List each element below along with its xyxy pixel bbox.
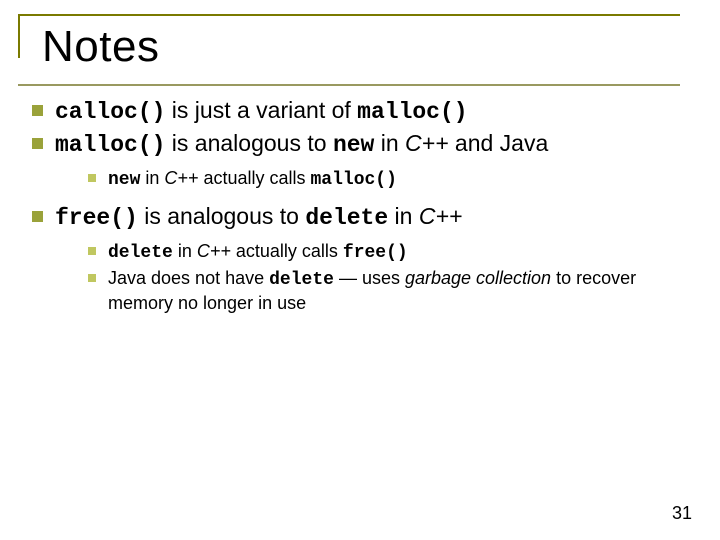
- code-span: delete: [108, 243, 173, 263]
- code-span: calloc(): [55, 99, 165, 125]
- code-span: delete: [305, 205, 388, 231]
- bullet-malloc-new: malloc() is analogous to new in C++ and …: [32, 129, 690, 160]
- italic-span: C++: [164, 168, 198, 188]
- bullet-text: malloc() is analogous to new in C++ and …: [55, 129, 690, 160]
- text-span: in: [388, 203, 419, 229]
- slide-body: calloc() is just a variant of malloc() m…: [32, 96, 690, 326]
- text-span: actually calls: [198, 168, 310, 188]
- sub-bullet-delete-calls-free: delete in C++ actually calls free(): [88, 240, 690, 265]
- text-span: and Java: [449, 130, 549, 156]
- text-span: — uses: [334, 268, 405, 288]
- sub-bullet-text: Java does not have delete — uses garbage…: [108, 267, 690, 316]
- text-span: is analogous to: [138, 203, 306, 229]
- code-span: free(): [343, 243, 408, 263]
- text-span: in: [374, 130, 405, 156]
- text-span: is analogous to: [165, 130, 333, 156]
- text-span: is just a variant of: [165, 97, 357, 123]
- sub-bullet-icon: [88, 274, 96, 282]
- italic-span: C++: [197, 241, 231, 261]
- rule-under-title: [18, 84, 680, 86]
- code-span: new: [333, 132, 374, 158]
- bullet-icon: [32, 211, 43, 222]
- bullet-text: calloc() is just a variant of malloc(): [55, 96, 690, 127]
- sub-bullet-text: new in C++ actually calls malloc(): [108, 167, 690, 192]
- text-span: in: [140, 168, 164, 188]
- sub-bullet-new-calls-malloc: new in C++ actually calls malloc(): [88, 167, 690, 192]
- sub-bullet-java-gc: Java does not have delete — uses garbage…: [88, 267, 690, 316]
- slide-title: Notes: [42, 22, 159, 72]
- italic-span: C++: [419, 203, 462, 229]
- page-number: 31: [672, 503, 692, 524]
- sub-bullet-icon: [88, 247, 96, 255]
- rule-top: [18, 14, 680, 16]
- code-span: malloc(): [55, 132, 165, 158]
- code-span: new: [108, 170, 140, 190]
- sub-bullet-icon: [88, 174, 96, 182]
- code-span: malloc(): [311, 170, 397, 190]
- text-span: in: [173, 241, 197, 261]
- italic-span: C++: [405, 130, 448, 156]
- sub-list: new in C++ actually calls malloc(): [88, 167, 690, 192]
- bullet-text: free() is analogous to delete in C++: [55, 202, 690, 233]
- bullet-icon: [32, 105, 43, 116]
- text-span: actually calls: [231, 241, 343, 261]
- slide: Notes calloc() is just a variant of mall…: [0, 0, 720, 540]
- bullet-free-delete: free() is analogous to delete in C++: [32, 202, 690, 233]
- code-span: free(): [55, 205, 138, 231]
- bullet-icon: [32, 138, 43, 149]
- rule-tick: [18, 16, 20, 58]
- code-span: delete: [269, 270, 334, 290]
- italic-span: garbage collection: [405, 268, 551, 288]
- sub-list: delete in C++ actually calls free() Java…: [88, 240, 690, 316]
- sub-bullet-text: delete in C++ actually calls free(): [108, 240, 690, 265]
- text-span: Java does not have: [108, 268, 269, 288]
- code-span: malloc(): [357, 99, 467, 125]
- bullet-calloc: calloc() is just a variant of malloc(): [32, 96, 690, 127]
